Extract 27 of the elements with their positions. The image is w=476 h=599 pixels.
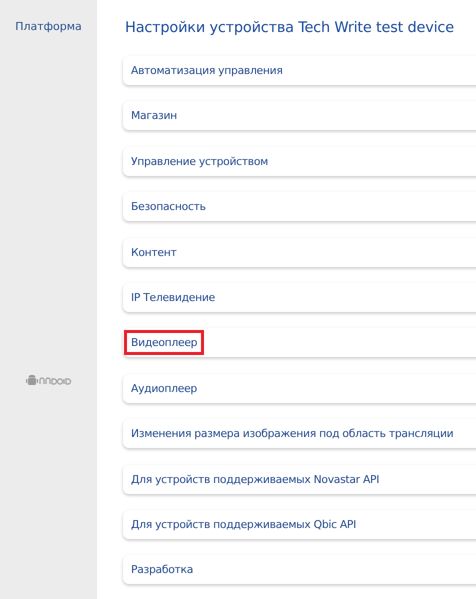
- settings-section[interactable]: Разработка: [123, 555, 476, 584]
- settings-section[interactable]: Аудиоплеер: [123, 374, 476, 403]
- section-label: Видеоплеер: [124, 330, 204, 356]
- settings-section[interactable]: Магазин: [123, 101, 476, 130]
- section-label: Для устройств поддерживаемых Novastar API: [130, 472, 380, 488]
- section-label: Безопасность: [130, 199, 207, 216]
- section-label: Изменения размера изображения под область трансляции: [130, 426, 454, 442]
- settings-section[interactable]: Управление устройством: [123, 146, 476, 176]
- section-label: Автоматизация управления: [130, 63, 284, 79]
- settings-section[interactable]: Контент: [123, 238, 476, 267]
- settings-section[interactable]: Для устройств поддерживаемых Novastar API: [123, 464, 476, 494]
- section-label: Управление устройством: [130, 154, 269, 170]
- section-label: IP Телевидение: [130, 290, 216, 306]
- section-label: Для устройств поддерживаемых Qbic API: [130, 516, 358, 533]
- section-label: Контент: [130, 244, 178, 261]
- sidebar-label[interactable]: Платформа: [15, 20, 82, 33]
- settings-section[interactable]: Безопасность: [123, 192, 476, 222]
- settings-section[interactable]: Для устройств поддерживаемых Qbic API: [123, 510, 476, 539]
- settings-section[interactable]: Видеоплеер: [123, 328, 476, 358]
- section-label: Магазин: [130, 108, 178, 124]
- section-label: Разработка: [130, 562, 194, 578]
- settings-section[interactable]: Автоматизация управления: [123, 56, 476, 85]
- section-label: Аудиоплеер: [130, 380, 198, 397]
- page-title: Настройки устройства Tech Write test device: [125, 20, 455, 36]
- settings-section[interactable]: IP Телевидение: [123, 282, 476, 312]
- settings-section[interactable]: Изменения размера изображения под область трансляции: [123, 419, 476, 448]
- android-logo-icon: [26, 375, 72, 387]
